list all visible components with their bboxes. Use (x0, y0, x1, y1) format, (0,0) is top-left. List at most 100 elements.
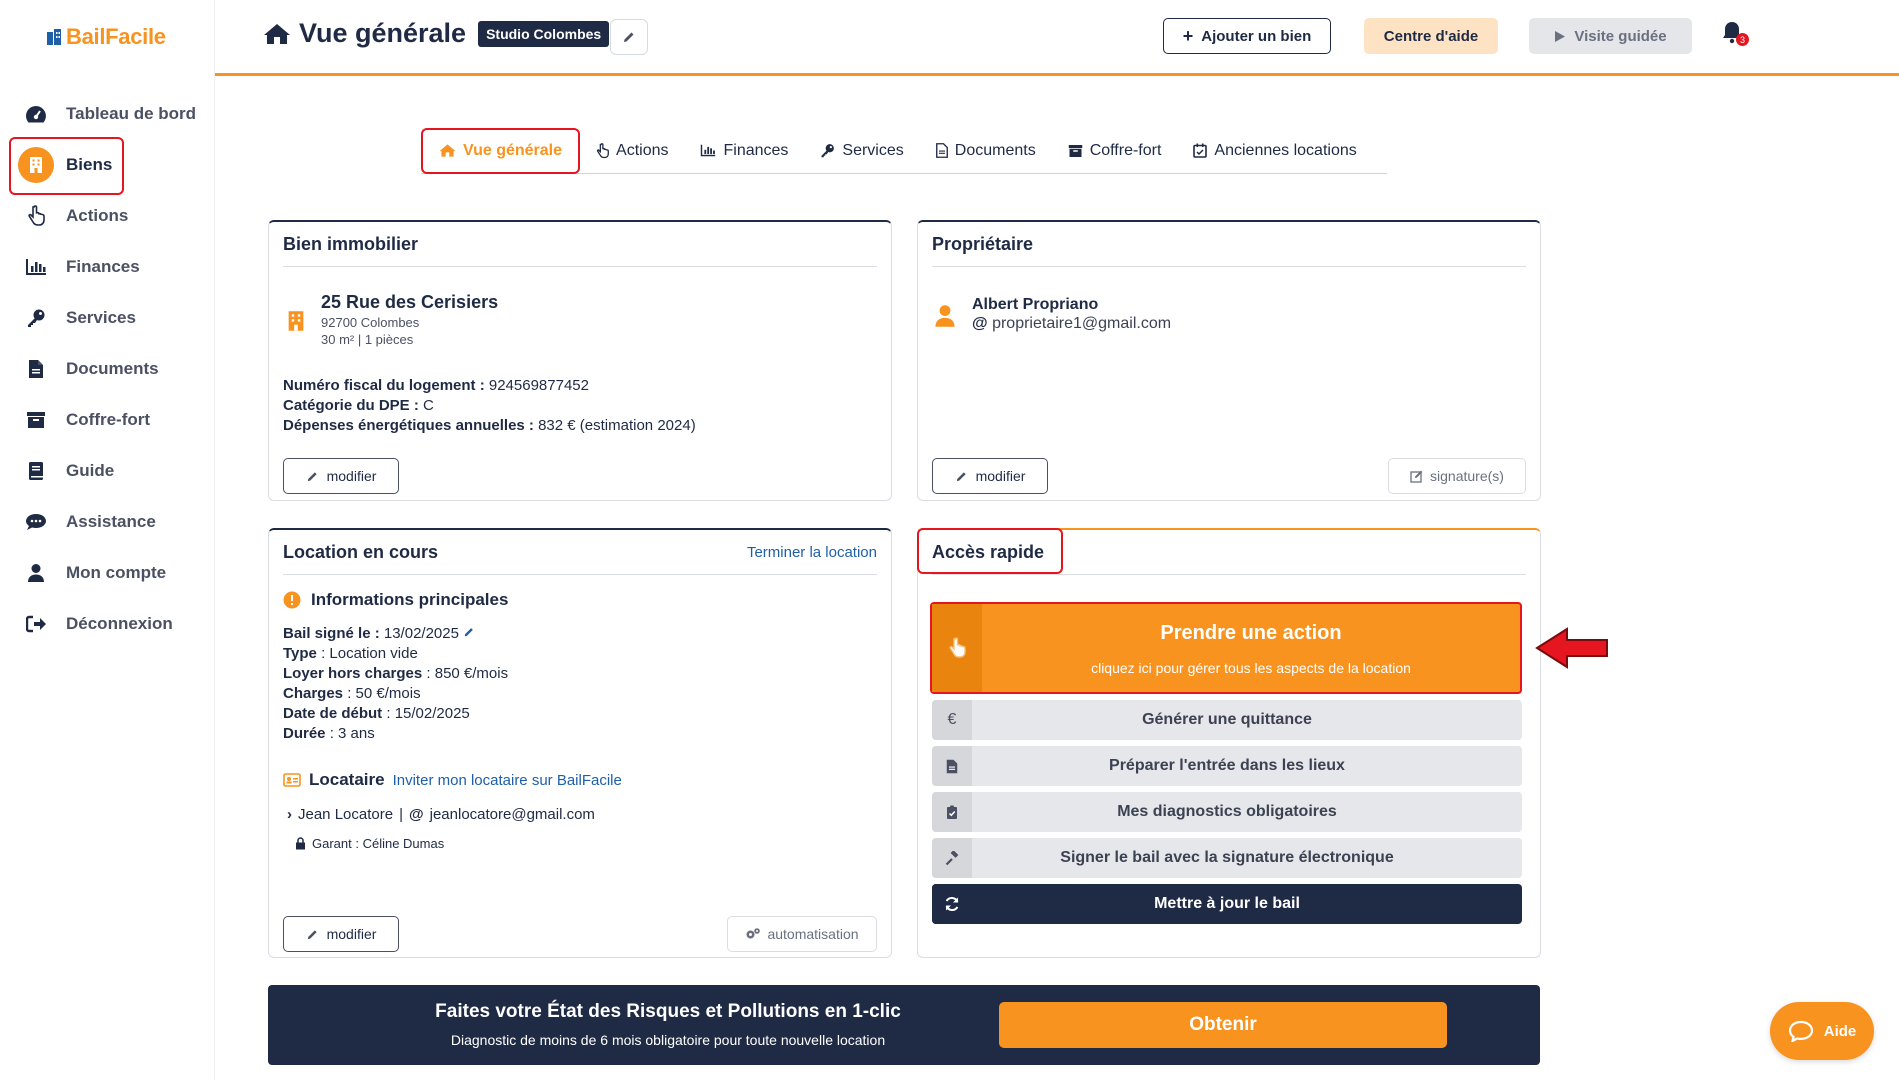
tab-services[interactable]: Services (804, 128, 919, 174)
app-logo[interactable]: BailFacile (46, 24, 166, 50)
sidebar-item-documents[interactable]: Documents (10, 341, 210, 397)
detail-label: Durée (283, 725, 326, 742)
chevron-right-icon: › (287, 806, 292, 823)
help-chat-button[interactable]: Aide (1770, 1002, 1874, 1060)
building-logo-icon (47, 29, 61, 45)
sidebar-item-label: Mon compte (66, 563, 167, 582)
detail-label: Date de début (283, 705, 383, 722)
owner-email: proprietaire1@gmail.com (992, 315, 1172, 332)
tenant-name: Jean Locatore (298, 806, 394, 823)
top-header: Vue générale Studio Colombes + Ajouter u… (215, 0, 1899, 76)
automation-label: automatisation (767, 926, 859, 942)
sidebar-item-assistance[interactable]: Assistance (10, 494, 210, 550)
charges-row: Charges : 50 €/mois (283, 684, 508, 704)
property-tabs: Vue générale Actions Finances Services D… (421, 127, 1387, 174)
banner-subtitle: Diagnostic de moins de 6 mois obligatoir… (450, 1032, 886, 1048)
edit-property-button[interactable]: modifier (283, 458, 399, 494)
calendar-check-icon (1193, 143, 1208, 158)
tab-actions[interactable]: Actions (580, 128, 684, 174)
tab-label: Documents (954, 141, 1036, 159)
hand-pointer-icon (932, 604, 982, 692)
take-action-button[interactable]: Prendre une action cliquez ici pour gére… (930, 602, 1522, 694)
sidebar-item-guide[interactable]: Guide (10, 443, 210, 499)
detail-value: : 50 €/mois (343, 685, 421, 702)
quick-action-label: Mettre à jour le bail (1154, 895, 1300, 912)
refresh-icon (932, 884, 972, 924)
edit-label: modifier (326, 468, 377, 484)
add-property-label: Ajouter un bien (1201, 27, 1312, 45)
update-lease-button[interactable]: Mettre à jour le bail (932, 884, 1522, 924)
detail-value: : Location vide (316, 645, 418, 662)
divider (283, 266, 877, 267)
sidebar-item-label: Tableau de bord (66, 104, 197, 123)
edit-label: modifier (326, 926, 377, 942)
property-card: Bien immobilier 25 Rue des Cerisiers 927… (268, 220, 892, 501)
guided-tour-label: Visite guidée (1574, 27, 1667, 45)
sidebar-item-label: Services (66, 308, 136, 327)
dpe-value: C (418, 397, 434, 414)
sidebar-item-label: Biens (66, 155, 113, 174)
end-rental-link[interactable]: Terminer la location (747, 544, 877, 561)
sidebar-item-finances[interactable]: Finances (10, 239, 210, 295)
sidebar-item-label: Finances (66, 257, 140, 276)
prepare-move-in-button[interactable]: Préparer l'entrée dans les lieux (932, 746, 1522, 786)
owner-name: Albert Propriano (972, 296, 1099, 313)
detail-label: Loyer hors charges (283, 665, 423, 682)
pencil-icon[interactable] (463, 626, 475, 638)
sidebar-item-actions[interactable]: Actions (10, 188, 210, 244)
tab-vue-generale[interactable]: Vue générale (421, 127, 581, 174)
signature-button[interactable]: signature(s) (1388, 458, 1526, 494)
lease-signed-row: Bail signé le : 13/02/2025 (283, 624, 508, 644)
sidebar-item-mon-compte[interactable]: Mon compte (10, 545, 210, 601)
sidebar-item-coffre-fort[interactable]: Coffre-fort (10, 392, 210, 448)
card-title: Location en cours (283, 542, 439, 562)
key-icon (821, 144, 835, 158)
edit-owner-button[interactable]: modifier (932, 458, 1048, 494)
tab-documents[interactable]: Documents (920, 128, 1052, 174)
sidebar-item-deconnexion[interactable]: Déconnexion (10, 596, 210, 652)
generate-receipt-button[interactable]: € Générer une quittance (932, 700, 1522, 740)
edit-label: modifier (975, 468, 1026, 484)
obtain-button[interactable]: Obtenir (999, 1002, 1447, 1048)
energy-label: Dépenses énergétiques annuelles : (283, 417, 534, 434)
home-icon (439, 144, 456, 157)
dpe-row: Catégorie du DPE : C (283, 396, 434, 416)
tab-label: Anciennes locations (1214, 141, 1357, 159)
main-info-title: Informations principales (311, 590, 509, 609)
edit-rental-button[interactable]: modifier (283, 916, 399, 952)
property-surface: 30 m² | 1 pièces (321, 332, 414, 347)
tab-label: Coffre-fort (1089, 141, 1162, 159)
tab-finances[interactable]: Finances (684, 128, 804, 174)
tenant-row[interactable]: › Jean Locatore | @ jeanlocatore@gmail.c… (287, 806, 595, 823)
energy-row: Dépenses énergétiques annuelles : 832 € … (283, 416, 696, 436)
notification-count-badge: 3 (1736, 33, 1749, 46)
automation-button[interactable]: automatisation (727, 916, 877, 952)
tab-label: Finances (723, 141, 789, 159)
tab-anciennes-locations[interactable]: Anciennes locations (1177, 128, 1372, 174)
page-title-group: Vue générale Studio Colombes (263, 18, 610, 49)
sidebar-item-biens[interactable]: Biens (10, 137, 210, 193)
sidebar-item-services[interactable]: Services (10, 290, 210, 346)
invite-tenant-link[interactable]: Inviter mon locataire sur BailFacile (393, 772, 622, 789)
main-info-heading: Informations principales (283, 590, 508, 610)
clipboard-check-icon (932, 792, 972, 832)
sidebar-item-tableau-de-bord[interactable]: Tableau de bord (10, 86, 210, 142)
e-signature-button[interactable]: Signer le bail avec la signature électro… (932, 838, 1522, 878)
help-center-label: Centre d'aide (1383, 27, 1479, 45)
at-icon: @ (408, 806, 424, 823)
mandatory-diagnostics-button[interactable]: Mes diagnostics obligatoires (932, 792, 1522, 832)
home-icon (264, 23, 290, 44)
help-center-button[interactable]: Centre d'aide (1364, 18, 1498, 54)
logo-text: BailFacile (66, 24, 166, 49)
edit-property-name-button[interactable] (610, 19, 648, 55)
add-property-button[interactable]: + Ajouter un bien (1163, 18, 1331, 54)
archive-icon (10, 411, 62, 429)
sidebar-item-label: Assistance (66, 512, 156, 531)
help-chat-label: Aide (1823, 1022, 1857, 1040)
guided-tour-button[interactable]: Visite guidée (1529, 18, 1692, 54)
tab-coffre-fort[interactable]: Coffre-fort (1052, 128, 1178, 174)
plus-icon: + (1182, 25, 1194, 46)
fiscal-number-row: Numéro fiscal du logement : 924569877452 (283, 376, 589, 396)
detail-label: Bail signé le : (283, 625, 380, 642)
file-icon (935, 143, 948, 158)
